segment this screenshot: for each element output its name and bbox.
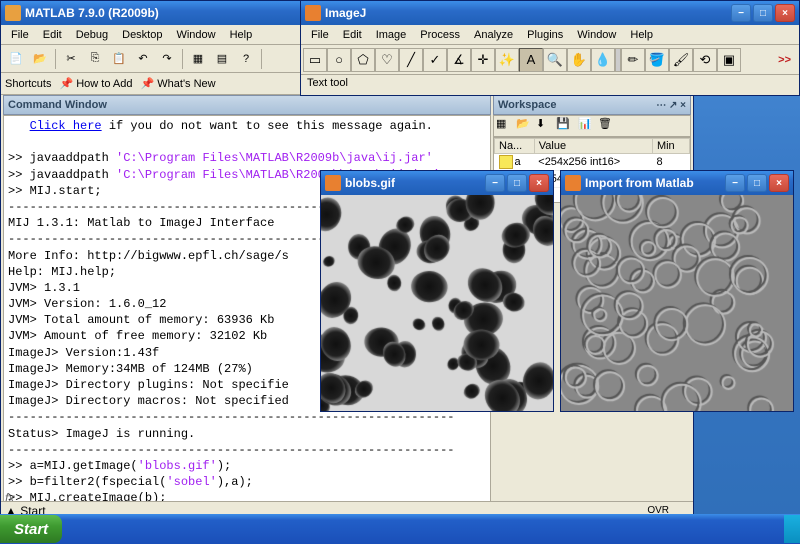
- imagej-title: ImageJ: [325, 6, 731, 20]
- command-window-title[interactable]: Command Window: [3, 95, 491, 115]
- new-file-icon[interactable]: 📄: [5, 48, 27, 70]
- tool-sync-icon[interactable]: ⟲: [693, 48, 717, 72]
- tool-dropper-icon[interactable]: 💧: [591, 48, 615, 72]
- imagej-status: Text tool: [301, 75, 799, 95]
- close-button[interactable]: ×: [529, 174, 549, 192]
- tool-rect-icon[interactable]: ▭: [303, 48, 327, 72]
- tool-angle-icon[interactable]: ∡: [447, 48, 471, 72]
- matlab-icon: [5, 5, 21, 21]
- help-icon[interactable]: ?: [235, 48, 257, 70]
- import-image[interactable]: [561, 195, 793, 411]
- ij-menu-help[interactable]: Help: [624, 27, 659, 43]
- menu-file[interactable]: File: [5, 27, 35, 43]
- menu-edit[interactable]: Edit: [37, 27, 68, 43]
- import-icon[interactable]: ⬇: [536, 117, 554, 135]
- workspace-title[interactable]: Workspace ⋯ ↗ ×: [493, 95, 691, 115]
- open-icon[interactable]: 📂: [29, 48, 51, 70]
- redo-icon[interactable]: ↷: [156, 48, 178, 70]
- tool-poly-icon[interactable]: ⬠: [351, 48, 375, 72]
- minimize-button[interactable]: −: [485, 174, 505, 192]
- delete-icon[interactable]: 🗑: [598, 117, 616, 135]
- imagej-icon: [305, 5, 321, 21]
- tool-segline-icon[interactable]: ✓: [423, 48, 447, 72]
- close-button[interactable]: ×: [769, 174, 789, 192]
- paste-icon[interactable]: 📋: [108, 48, 130, 70]
- ij-menu-process[interactable]: Process: [414, 27, 466, 43]
- menu-window[interactable]: Window: [170, 27, 221, 43]
- simulink-icon[interactable]: ▦: [187, 48, 209, 70]
- minimize-button[interactable]: −: [725, 174, 745, 192]
- tool-flood-icon[interactable]: 🪣: [645, 48, 669, 72]
- maximize-button[interactable]: □: [507, 174, 527, 192]
- tool-line-icon[interactable]: ╱: [399, 48, 423, 72]
- maximize-button[interactable]: □: [747, 174, 767, 192]
- shortcuts-label: Shortcuts: [5, 78, 51, 90]
- tool-freehand-icon[interactable]: ♡: [375, 48, 399, 72]
- blobs-titlebar[interactable]: blobs.gif − □ ×: [321, 171, 553, 195]
- blobs-title: blobs.gif: [345, 176, 485, 190]
- menu-debug[interactable]: Debug: [70, 27, 114, 43]
- ij-menu-edit[interactable]: Edit: [337, 27, 368, 43]
- tool-dev-icon[interactable]: ▣: [717, 48, 741, 72]
- menu-desktop[interactable]: Desktop: [116, 27, 168, 43]
- tool-wand-icon[interactable]: ✨: [495, 48, 519, 72]
- ws-col-value[interactable]: Value: [534, 139, 652, 154]
- import-titlebar[interactable]: Import from Matlab − □ ×: [561, 171, 793, 195]
- ij-menu-file[interactable]: File: [305, 27, 335, 43]
- start-button[interactable]: Start: [0, 515, 62, 543]
- tool-point-icon[interactable]: ✛: [471, 48, 495, 72]
- import-title: Import from Matlab: [585, 176, 725, 190]
- guide-icon[interactable]: ▤: [211, 48, 233, 70]
- undo-icon[interactable]: ↶: [132, 48, 154, 70]
- imagej-titlebar[interactable]: ImageJ − □ ×: [301, 1, 799, 25]
- maximize-button[interactable]: □: [753, 4, 773, 22]
- new-var-icon[interactable]: ▦: [496, 117, 514, 135]
- tool-oval-icon[interactable]: ○: [327, 48, 351, 72]
- imagej-icon: [565, 175, 581, 191]
- windows-taskbar: Start: [0, 514, 800, 544]
- tool-text-icon[interactable]: A: [519, 48, 543, 72]
- tool-pencil-icon[interactable]: ✏: [621, 48, 645, 72]
- import-window: Import from Matlab − □ ×: [560, 170, 794, 412]
- blobs-window: blobs.gif − □ ×: [320, 170, 554, 412]
- save-icon[interactable]: 💾: [556, 117, 574, 135]
- panel-menu-icon[interactable]: ⋯ ↗ ×: [656, 100, 686, 111]
- minimize-button[interactable]: −: [731, 4, 751, 22]
- system-tray[interactable]: [784, 515, 800, 543]
- ij-menu-image[interactable]: Image: [370, 27, 413, 43]
- tool-overflow-icon[interactable]: >>: [772, 54, 797, 66]
- ws-col-name[interactable]: Na...: [495, 139, 535, 154]
- blobs-image[interactable]: [321, 195, 553, 411]
- ij-menu-analyze[interactable]: Analyze: [468, 27, 519, 43]
- ij-menu-window[interactable]: Window: [571, 27, 622, 43]
- imagej-icon: [325, 175, 341, 191]
- copy-icon[interactable]: ⎘: [84, 48, 106, 70]
- ws-col-min[interactable]: Min: [652, 139, 689, 154]
- tool-magnify-icon[interactable]: 🔍: [543, 48, 567, 72]
- close-button[interactable]: ×: [775, 4, 795, 22]
- tool-hand-icon[interactable]: ✋: [567, 48, 591, 72]
- cut-icon[interactable]: ✂: [60, 48, 82, 70]
- tool-brush-icon[interactable]: 🖌: [669, 48, 693, 72]
- imagej-menubar: File Edit Image Process Analyze Plugins …: [301, 25, 799, 45]
- imagej-window: ImageJ − □ × File Edit Image Process Ana…: [300, 0, 800, 96]
- plot-icon[interactable]: 📊: [578, 117, 596, 135]
- whatsnew-link[interactable]: 📌 What's New: [141, 77, 216, 90]
- ij-menu-plugins[interactable]: Plugins: [521, 27, 569, 43]
- table-row[interactable]: a<254x256 int16>8: [495, 154, 690, 171]
- menu-help[interactable]: Help: [224, 27, 259, 43]
- howto-link[interactable]: 📌 How to Add: [59, 77, 132, 90]
- imagej-toolbar: ▭ ○ ⬠ ♡ ╱ ✓ ∡ ✛ ✨ A 🔍 ✋ 💧 ✏ 🪣 🖌 ⟲ ▣ >>: [301, 45, 799, 75]
- workspace-toolbar: ▦ 📂 ⬇ 💾 📊 🗑: [493, 115, 691, 137]
- open-var-icon[interactable]: 📂: [516, 117, 534, 135]
